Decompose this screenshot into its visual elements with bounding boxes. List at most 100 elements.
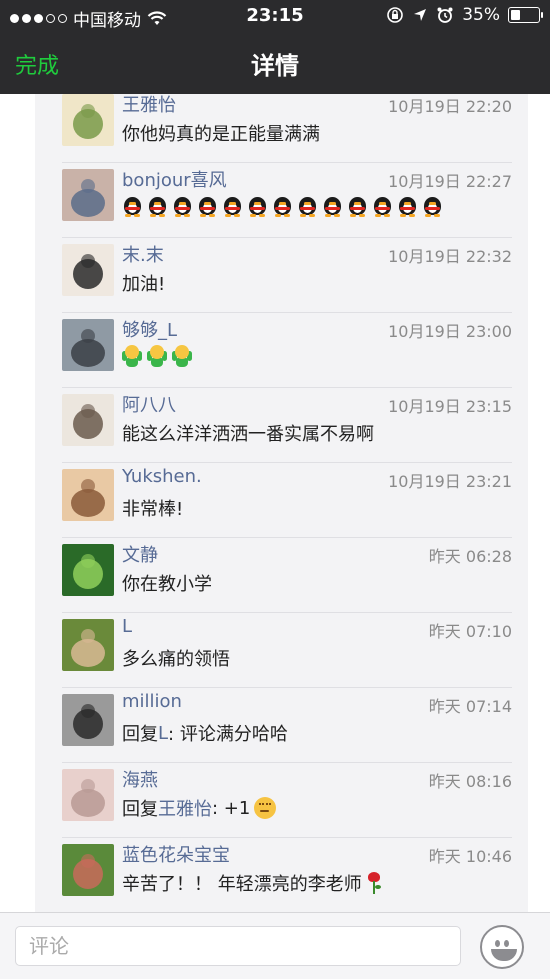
avatar[interactable] — [62, 769, 114, 821]
reply-target-name[interactable]: L — [158, 723, 168, 744]
comment-input-bar: 评论 — [0, 912, 550, 979]
comment-text: 回复 王雅怡: +1 — [122, 795, 277, 821]
penguin-emoji-icon — [347, 195, 368, 217]
comment-item[interactable]: 文静 昨天 06:28 你在教小学 — [62, 537, 512, 613]
comment-body: 你他妈真的是正能量满满 — [122, 124, 320, 145]
location-icon — [414, 9, 427, 21]
battery-percent: 35% — [462, 5, 500, 25]
penguin-emoji-icon — [247, 195, 268, 217]
avatar[interactable] — [62, 844, 114, 896]
comment-item[interactable]: 阿八八 10月19日 23:15 能这么洋洋洒洒一番实属不易啊 — [62, 387, 512, 463]
comment-timestamp: 10月19日 23:00 — [388, 322, 512, 341]
comment-item[interactable]: 王雅怡 10月19日 22:20 你他妈真的是正能量满满 — [62, 94, 512, 163]
comment-timestamp: 10月19日 22:20 — [388, 97, 512, 116]
comment-body: 非常棒! — [122, 499, 184, 520]
reply-prefix: 回复 — [122, 799, 158, 820]
penguin-emoji-icon — [122, 195, 143, 217]
status-bar: 中国移动 23:15 35% — [0, 0, 550, 32]
penguin-emoji-icon — [322, 195, 343, 217]
nav-bar: 完成 详情 — [0, 32, 550, 94]
comment-text — [122, 345, 197, 367]
comment-item[interactable]: 末.末 10月19日 22:32 加油! — [62, 237, 512, 313]
comment-timestamp: 10月19日 22:32 — [388, 247, 512, 266]
avatar[interactable] — [62, 244, 114, 296]
avatar[interactable] — [62, 544, 114, 596]
comment-author-name[interactable]: bonjour喜风 — [122, 166, 227, 192]
penguin-emoji-icon — [372, 195, 393, 217]
comment-timestamp: 昨天 08:16 — [428, 772, 512, 791]
comment-timestamp: 昨天 07:14 — [428, 697, 512, 716]
penguin-emoji-icon — [222, 195, 243, 217]
comment-author-name[interactable]: 文静 — [122, 541, 158, 567]
penguin-emoji-icon — [147, 195, 168, 217]
avatar[interactable] — [62, 394, 114, 446]
comment-author-name[interactable]: 蓝色花朵宝宝 — [122, 841, 230, 867]
comment-item[interactable]: Yukshen. 10月19日 23:21 非常棒! — [62, 462, 512, 538]
comment-text: 你在教小学 — [122, 570, 212, 596]
battery-icon — [508, 7, 543, 23]
comment-body: 多么痛的领悟 — [122, 649, 230, 670]
comment-timestamp: 10月19日 23:15 — [388, 397, 512, 416]
penguin-emoji-icon — [297, 195, 318, 217]
thinking-emoji-icon — [254, 797, 277, 819]
comment-item[interactable]: million 昨天 07:14 回复 L: 评论满分哈哈 — [62, 687, 512, 763]
comment-item[interactable]: L 昨天 07:10 多么痛的领悟 — [62, 612, 512, 688]
reply-target-name[interactable]: 王雅怡 — [158, 795, 212, 821]
status-right: 35% — [386, 5, 543, 25]
comment-text: 加油! — [122, 270, 165, 296]
comment-text — [122, 195, 447, 217]
avatar[interactable] — [62, 94, 114, 146]
rotation-lock-icon — [387, 7, 404, 23]
comments-scroll-area[interactable]: 王雅怡 10月19日 22:20 你他妈真的是正能量满满 bonjour喜风 10月19… — [0, 94, 550, 912]
avatar[interactable] — [62, 319, 114, 371]
comment-body: 辛苦了！！ 年轻漂亮的李老师 — [122, 874, 362, 895]
comment-text: 你他妈真的是正能量满满 — [122, 120, 320, 146]
cheer-emoji-icon — [147, 345, 167, 367]
page-title: 详情 — [251, 52, 299, 80]
reply-text: : +1 — [212, 797, 251, 819]
emoji-button[interactable] — [480, 925, 524, 969]
comment-item[interactable]: bonjour喜风 10月19日 22:27 — [62, 162, 512, 238]
avatar[interactable] — [62, 169, 114, 221]
penguin-emoji-icon — [197, 195, 218, 217]
comment-timestamp: 昨天 06:28 — [428, 547, 512, 566]
cheer-emoji-icon — [172, 345, 192, 367]
comment-text: 辛苦了！！ 年轻漂亮的李老师 — [122, 870, 382, 896]
penguin-emoji-icon — [272, 195, 293, 217]
comment-item[interactable]: 够够_L 10月19日 23:00 — [62, 312, 512, 388]
comment-author-name[interactable]: 够够_L — [122, 316, 177, 342]
reply-text: : 评论满分哈哈 — [168, 724, 288, 745]
comment-author-name[interactable]: Yukshen. — [122, 466, 202, 487]
avatar[interactable] — [62, 469, 114, 521]
rose-emoji-icon — [366, 872, 382, 894]
comment-text: 多么痛的领悟 — [122, 645, 230, 671]
penguin-emoji-icon — [397, 195, 418, 217]
comment-item[interactable]: 海燕 昨天 08:16 回复 王雅怡: +1 — [62, 762, 512, 838]
comment-text: 能这么洋洋洒洒一番实属不易啊 — [122, 420, 374, 446]
comment-item[interactable]: 蓝色花朵宝宝 昨天 10:46 辛苦了！！ 年轻漂亮的李老师 — [62, 837, 512, 912]
avatar[interactable] — [62, 694, 114, 746]
cheer-emoji-icon — [122, 345, 142, 367]
comment-text: 回复 L: 评论满分哈哈 — [122, 720, 288, 746]
comments-panel: 王雅怡 10月19日 22:20 你他妈真的是正能量满满 bonjour喜风 10月19… — [35, 94, 528, 912]
comment-input[interactable]: 评论 — [15, 926, 461, 966]
comment-body: 你在教小学 — [122, 574, 212, 595]
comment-timestamp: 10月19日 22:27 — [388, 172, 512, 191]
comment-timestamp: 昨天 10:46 — [428, 847, 512, 866]
comment-timestamp: 昨天 07:10 — [428, 622, 512, 641]
comment-body: 加油! — [122, 274, 166, 295]
comment-author-name[interactable]: L — [122, 616, 132, 637]
comment-author-name[interactable]: 阿八八 — [122, 391, 176, 417]
reply-prefix: 回复 — [122, 724, 158, 745]
comment-timestamp: 10月19日 23:21 — [388, 472, 512, 491]
comment-author-name[interactable]: 末.末 — [122, 241, 164, 267]
comment-author-name[interactable]: 王雅怡 — [122, 94, 176, 117]
comment-text: 非常棒! — [122, 495, 183, 521]
avatar[interactable] — [62, 619, 114, 671]
penguin-emoji-icon — [422, 195, 443, 217]
comment-author-name[interactable]: million — [122, 691, 182, 712]
comment-author-name[interactable]: 海燕 — [122, 766, 158, 792]
comment-body: 能这么洋洋洒洒一番实属不易啊 — [122, 424, 374, 445]
penguin-emoji-icon — [172, 195, 193, 217]
alarm-icon — [437, 7, 453, 23]
